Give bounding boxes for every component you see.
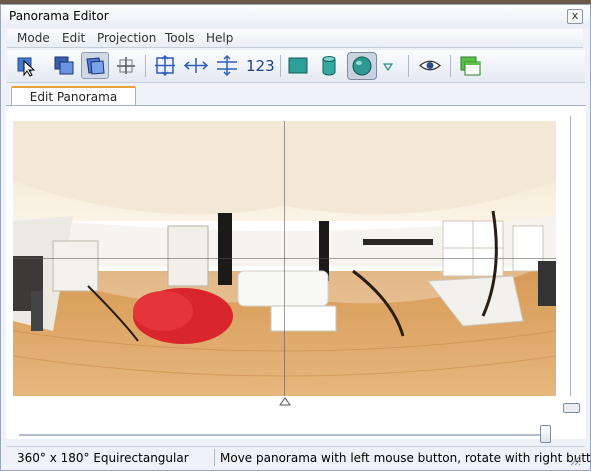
center-marker-triangle[interactable]	[279, 396, 291, 406]
toolbar-separator	[280, 55, 281, 77]
center-button[interactable]	[152, 53, 178, 78]
fit-horizontal-icon	[183, 58, 209, 73]
toolbar-separator	[450, 55, 451, 77]
layers-button[interactable]	[457, 53, 483, 78]
toolbar-separator	[408, 55, 409, 77]
fit-vertical-icon	[217, 54, 237, 77]
panorama-editor-window: Panorama Editor x Mode Edit Projection T…	[0, 4, 591, 471]
cylindrical-button[interactable]	[316, 53, 342, 78]
menu-mode[interactable]: Mode	[17, 31, 50, 45]
drag-image-icon	[86, 57, 105, 75]
status-message: Move panorama with left mouse button, ro…	[220, 451, 591, 465]
fit-horizontal-button[interactable]	[183, 53, 209, 78]
fit-vertical-button[interactable]	[214, 53, 240, 78]
menu-help[interactable]: Help	[206, 31, 233, 45]
preview-eye-icon	[419, 60, 441, 71]
crosshair-icon	[117, 57, 135, 74]
overlap-images-icon	[54, 56, 74, 75]
spherical-projection-icon	[352, 56, 372, 76]
rectilinear-projection-icon	[288, 57, 308, 74]
close-button[interactable]: x	[567, 9, 583, 24]
menu-projection[interactable]: Projection	[97, 31, 156, 45]
title-bar[interactable]: Panorama Editor x	[1, 5, 590, 27]
more-projections-button[interactable]	[380, 53, 396, 78]
layers-icon	[460, 56, 481, 76]
vertical-slider-track[interactable]	[570, 116, 571, 396]
status-bar: 360° x 180° Equirectangular Move panoram…	[7, 446, 591, 468]
vertical-slider-thumb[interactable]	[563, 403, 580, 413]
horizontal-slider-track[interactable]	[19, 434, 549, 436]
overlap-tool-button[interactable]	[51, 53, 77, 78]
equirectangular-panorama	[13, 121, 556, 396]
cylindrical-projection-icon	[322, 56, 336, 76]
more-projections-icon	[382, 63, 394, 72]
toolbar-separator	[145, 55, 146, 77]
menu-bar: Mode Edit Projection Tools Help	[7, 29, 583, 48]
menu-tools[interactable]: Tools	[165, 31, 195, 45]
preview-button[interactable]	[417, 53, 443, 78]
status-divider	[214, 449, 215, 466]
status-projection: 360° x 180° Equirectangular	[17, 451, 189, 465]
horizontal-slider-thumb[interactable]	[540, 425, 551, 443]
number-images-icon: 123	[246, 57, 275, 75]
window-title: Panorama Editor	[9, 9, 109, 23]
drag-tool-button[interactable]	[81, 52, 109, 79]
panorama-image[interactable]	[13, 121, 556, 396]
spherical-button[interactable]	[347, 52, 377, 80]
toolbar: 123	[7, 50, 585, 83]
select-tool-button[interactable]	[14, 53, 40, 78]
number-images-button[interactable]: 123	[245, 53, 275, 78]
crosshair-tool-button[interactable]	[113, 53, 139, 78]
menu-edit[interactable]: Edit	[62, 31, 85, 45]
select-arrow-icon	[17, 57, 36, 77]
panorama-preview-area	[6, 105, 586, 443]
center-panorama-icon	[155, 54, 175, 77]
rectilinear-button[interactable]	[285, 53, 311, 78]
resize-grip-icon[interactable]	[569, 454, 581, 466]
